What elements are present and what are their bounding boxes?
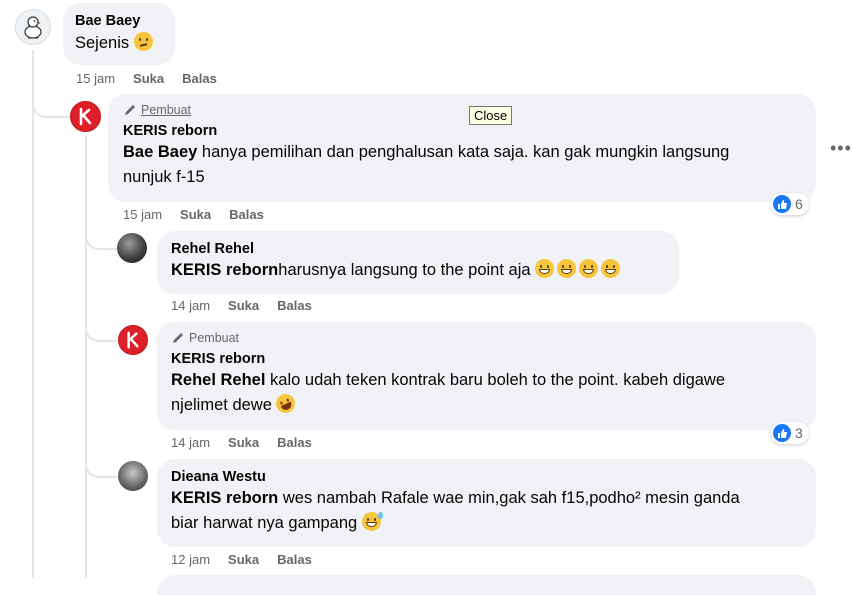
avatar-keris-reborn[interactable] [70, 101, 101, 132]
comment-text-row: Rehel Rehel kalo udah teken kontrak baru… [171, 368, 802, 418]
grinning-face-icon [579, 259, 599, 278]
keris-logo-icon [127, 331, 139, 349]
comment-text: kalo udah teken kontrak baru boleh to th… [265, 371, 726, 389]
comment-text: harusnya langsung to the point aja [278, 261, 531, 279]
keris-logo-icon [79, 107, 92, 126]
comment-text-row: Bae Baey hanya pemilihan dan penghalusan… [123, 140, 801, 190]
pen-icon [125, 105, 135, 115]
comment-author[interactable]: Bae Baey [75, 13, 163, 29]
avatar-bae-baey[interactable] [15, 9, 51, 45]
reaction-count[interactable]: 3 [771, 422, 809, 444]
comment-text-row: Sejenis [75, 31, 163, 56]
comment-bubble-keris-2: Pembuat KERIS reborn Rehel Rehel kalo ud… [157, 322, 816, 430]
rolling-laughing-face-icon [273, 390, 299, 417]
reaction-count[interactable]: 6 [771, 193, 809, 215]
like-button[interactable]: Suka [228, 298, 259, 313]
avatar-dieana-westu[interactable] [118, 461, 148, 491]
comment-bubble-dieana: Dieana Westu KERIS reborn wes nambah Raf… [157, 459, 816, 547]
author-badge-label: Pembuat [141, 103, 192, 117]
pen-icon [173, 333, 183, 343]
reaction-number: 3 [795, 425, 803, 441]
reply-button[interactable]: Balas [229, 207, 264, 222]
comment-meta: 12 jam Suka Balas [171, 552, 312, 567]
mention-link[interactable]: Bae Baey [123, 143, 197, 161]
comment-text-line2: nunjuk f-15 [123, 168, 205, 186]
comment-time[interactable]: 15 jam [76, 71, 115, 86]
comment-text: hanya pemilihan dan penghalusan kata saj… [197, 143, 730, 161]
author-badge-label: Pembuat [189, 331, 240, 345]
comment-text-line2: biar harwat nya gampang [171, 514, 358, 532]
comment-text: Sejenis [75, 34, 130, 52]
thumbs-up-icon [773, 195, 791, 213]
author-badge[interactable]: Pembuat [171, 331, 802, 345]
comment-bubble-rehel: Rehel Rehel KERIS rebornharusnya langsun… [157, 231, 679, 294]
comment-text-row: KERIS rebornharusnya langsung to the poi… [171, 258, 665, 283]
comment-bubble-next [157, 575, 816, 595]
like-button[interactable]: Suka [228, 435, 259, 450]
comment-text-line2: njelimet dewe [171, 396, 272, 414]
comment-meta: 15 jam Suka Balas [76, 71, 217, 86]
comment-time[interactable]: 14 jam [171, 435, 210, 450]
grinning-face-icon [535, 259, 555, 278]
author-badge[interactable]: Pembuat [123, 103, 801, 117]
reply-button[interactable]: Balas [277, 552, 312, 567]
mention-link[interactable]: KERIS reborn [171, 261, 278, 279]
grinning-face-icon [601, 259, 621, 278]
comment-text: wes nambah Rafale wae min,gak sah f15,po… [278, 489, 740, 507]
mention-link[interactable]: KERIS reborn [171, 489, 278, 507]
comment-bubble-keris-1: Pembuat KERIS reborn Bae Baey hanya pemi… [108, 94, 816, 202]
comment-author[interactable]: Rehel Rehel [171, 241, 665, 257]
comment-meta: 15 jam Suka Balas [123, 207, 264, 222]
like-button[interactable]: Suka [180, 207, 211, 222]
duck-avatar-icon [24, 16, 42, 39]
reply-button[interactable]: Balas [182, 71, 217, 86]
reaction-number: 6 [795, 196, 803, 212]
thread-branch-4 [85, 452, 117, 478]
thread-line-main [32, 50, 34, 578]
comment-author[interactable]: Dieana Westu [171, 469, 802, 485]
more-options-button[interactable]: ••• [830, 138, 852, 159]
comment-meta: 14 jam Suka Balas [171, 435, 312, 450]
mention-link[interactable]: Rehel Rehel [171, 371, 265, 389]
thread-line-nested [85, 136, 87, 578]
thread-branch-1 [32, 90, 70, 118]
close-tooltip: Close [469, 106, 513, 125]
like-button[interactable]: Suka [133, 71, 164, 86]
comment-text-row: KERIS reborn wes nambah Rafale wae min,g… [171, 486, 802, 536]
comment-time[interactable]: 14 jam [171, 298, 210, 313]
comment-time[interactable]: 12 jam [171, 552, 210, 567]
comment-time[interactable]: 15 jam [123, 207, 162, 222]
grinning-sweat-face-icon [361, 512, 383, 531]
reply-button[interactable]: Balas [277, 298, 312, 313]
grinning-face-icon [557, 259, 577, 278]
avatar-keris-reborn[interactable] [118, 325, 148, 355]
thinking-face-icon [133, 32, 153, 51]
like-button[interactable]: Suka [228, 552, 259, 567]
comment-author[interactable]: KERIS reborn [171, 351, 802, 367]
thread-branch-3 [85, 314, 117, 342]
comment-bubble-bae-baey: Bae Baey Sejenis [63, 3, 175, 65]
comment-author[interactable]: KERIS reborn [123, 123, 801, 139]
avatar-rehel-rehel[interactable] [117, 233, 147, 263]
comment-meta: 14 jam Suka Balas [171, 298, 312, 313]
thread-branch-2 [85, 224, 117, 250]
reply-button[interactable]: Balas [277, 435, 312, 450]
thumbs-up-icon [773, 424, 791, 442]
